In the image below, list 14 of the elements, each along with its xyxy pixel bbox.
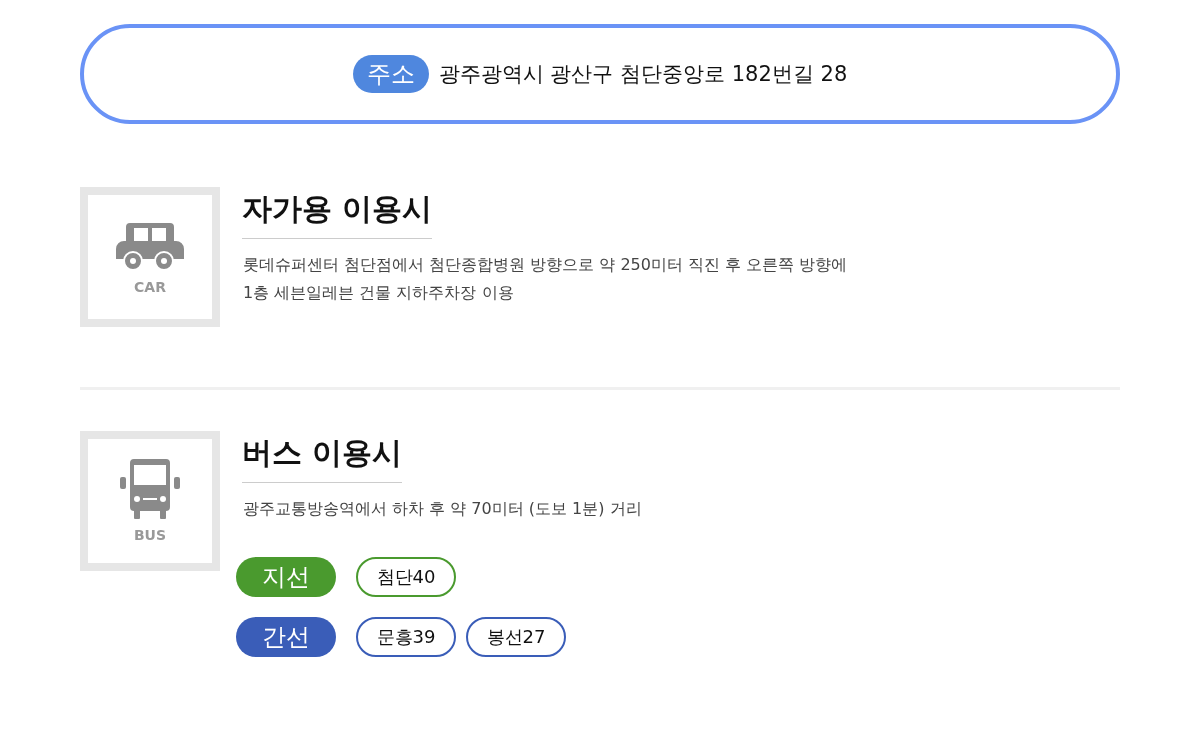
address-badge: 주소: [352, 55, 429, 93]
section-title: 버스 이용시: [242, 433, 403, 483]
route-tag: 첨단40: [356, 557, 456, 597]
bus-icon: [120, 459, 180, 519]
route-tag: 봉선27: [466, 617, 566, 657]
icon-label: CAR: [134, 279, 166, 295]
section-description: 롯데슈퍼센터 첨단점에서 첨단종합병원 방향으로 약 250미터 직진 후 오른쪽 방향에 1층 세븐일레븐 건물 지하주차장 이용: [243, 254, 848, 304]
route-type-badge: 간선: [236, 617, 336, 657]
route-tag: 문흥39: [356, 617, 456, 657]
address-text: 광주광역시 광산구 첨단중앙로 182번길 28: [438, 61, 848, 88]
route-type-badge: 지선: [236, 557, 336, 597]
icon-label: BUS: [133, 527, 167, 543]
section-title: 자가용 이용시: [242, 189, 433, 239]
section-description: 광주교통방송역에서 하차 후 약 70미터 (도보 1분) 거리: [243, 498, 642, 520]
